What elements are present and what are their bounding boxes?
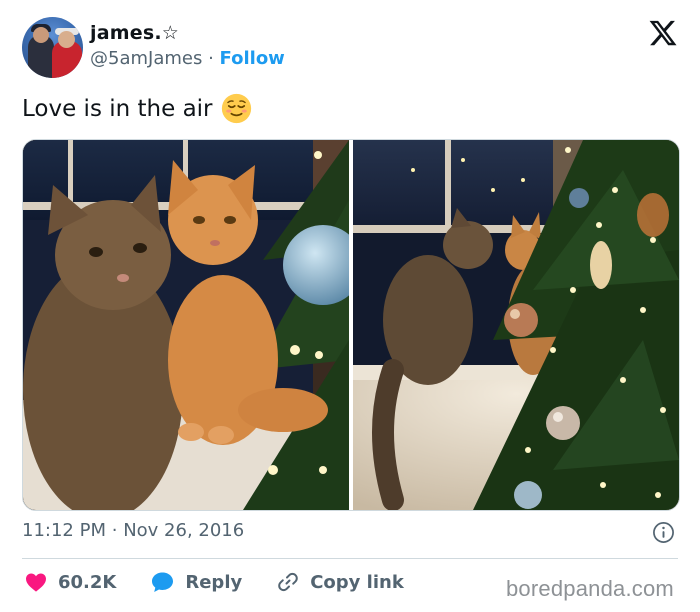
watermark: boredpanda.com bbox=[506, 576, 674, 601]
action-bar: 60.2K Reply Copy link bbox=[24, 570, 438, 594]
tweet-date: Nov 26, 2016 bbox=[123, 520, 245, 541]
avatar[interactable] bbox=[22, 17, 83, 78]
tweet-time: 11:12 PM bbox=[22, 520, 106, 541]
heart-icon bbox=[26, 573, 46, 592]
timestamp[interactable]: 11:12 PM · Nov 26, 2016 bbox=[22, 520, 244, 541]
tweet-text: Love is in the air bbox=[22, 95, 213, 122]
like-count: 60.2K bbox=[58, 571, 117, 593]
reply-bubble-icon bbox=[152, 572, 174, 592]
handle-row: @5amJames · Follow bbox=[90, 48, 285, 69]
follow-button[interactable]: Follow bbox=[220, 48, 285, 69]
like-button[interactable]: 60.2K bbox=[24, 570, 116, 594]
tweet-text-row: Love is in the air bbox=[22, 93, 252, 124]
photo-2[interactable] bbox=[353, 140, 679, 510]
tweet-card: james.☆ @5amJames · Follow Love is in th… bbox=[0, 0, 700, 612]
photo-1[interactable] bbox=[23, 140, 349, 510]
info-icon[interactable] bbox=[652, 521, 675, 544]
separator: · bbox=[111, 520, 118, 541]
reply-button[interactable]: Reply bbox=[150, 570, 242, 594]
x-logo-icon[interactable] bbox=[648, 18, 678, 48]
divider bbox=[22, 558, 678, 559]
separator: · bbox=[208, 48, 214, 69]
reply-label: Reply bbox=[185, 571, 243, 593]
media-grid bbox=[22, 139, 680, 511]
handle[interactable]: @5amJames bbox=[90, 48, 202, 69]
relieved-face-emoji-icon bbox=[221, 93, 251, 124]
display-name[interactable]: james.☆ bbox=[90, 22, 179, 44]
copy-link-button[interactable]: Copy link bbox=[276, 570, 404, 594]
copy-link-label: Copy link bbox=[310, 571, 404, 593]
link-icon bbox=[278, 572, 298, 592]
